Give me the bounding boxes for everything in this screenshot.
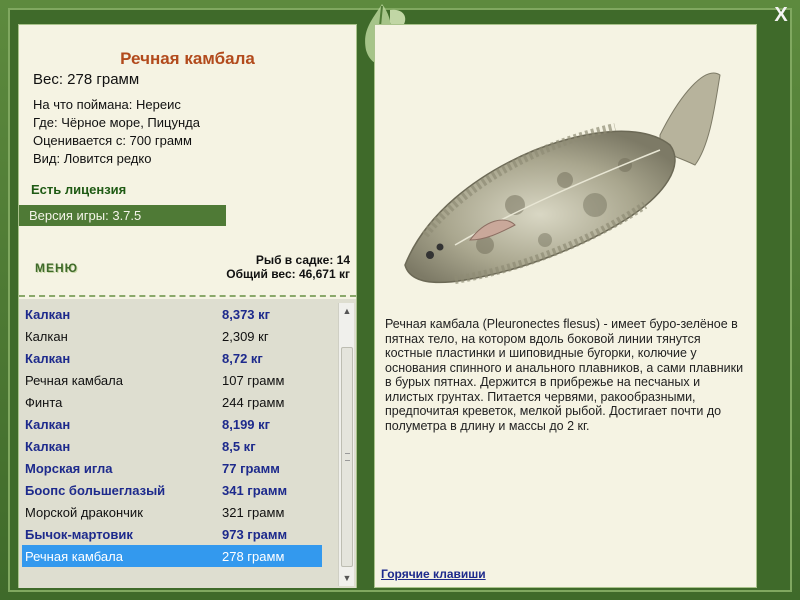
list-item[interactable]: Калкан 8,373 кг [22, 303, 322, 325]
list-item-name: Калкан [25, 438, 71, 454]
list-item[interactable]: Речная камбала 278 грамм [22, 545, 322, 567]
list-item-name: Боопс большеглазый [25, 482, 166, 498]
fish-image [404, 72, 721, 284]
list-item-weight: 278 грамм [222, 548, 285, 564]
list-item-weight: 973 грамм [222, 526, 288, 542]
list-item[interactable]: Финта 244 грамм [22, 391, 322, 413]
list-item-weight: 107 грамм [222, 372, 285, 388]
list-item-weight: 341 грамм [222, 482, 288, 498]
catch-list[interactable]: Калкан 8,373 кг Калкан 2,309 кг Калкан 8,72 к… [22, 303, 322, 567]
list-item[interactable]: Морская игла 77 грамм [22, 457, 322, 479]
fish-kind: Вид: Ловится редко [33, 151, 152, 166]
list-item-weight: 321 грамм [222, 504, 285, 520]
fish-info-panel: Речная камбала Вес: 278 грамм На что пой… [18, 24, 357, 588]
scroll-up-icon[interactable]: ▲ [339, 303, 355, 319]
close-button[interactable]: X [770, 4, 792, 26]
list-item-name: Морская игла [25, 460, 113, 476]
keep-stats: Рыб в садке: 14 Общий вес: 46,671 кг [226, 253, 350, 281]
list-item-name: Бычок-мартовик [25, 526, 133, 542]
caught-on: На что поймана: Нереис [33, 97, 181, 112]
list-item-weight: 8,199 кг [222, 416, 271, 432]
close-icon: X [774, 4, 788, 26]
hotkeys-link[interactable]: Горячие клавиши [381, 567, 486, 581]
list-item[interactable]: Морской дракончик 321 грамм [22, 501, 322, 523]
list-item-weight: 2,309 кг [222, 328, 269, 344]
license-status: Есть лицензия [31, 182, 127, 197]
catch-location: Где: Чёрное море, Пицунда [33, 115, 200, 130]
game-version: Версия игры: 3.7.5 [19, 205, 226, 226]
list-item[interactable]: Бычок-мартовик 973 грамм [22, 523, 322, 545]
valued-from: Оценивается с: 700 грамм [33, 133, 192, 148]
list-item-weight: 244 грамм [222, 394, 285, 410]
menu-button[interactable]: МЕНЮ [35, 261, 78, 275]
list-item[interactable]: Калкан 8,5 кг [22, 435, 322, 457]
list-item-name: Калкан [25, 328, 68, 344]
list-item-name: Морской дракончик [25, 504, 143, 520]
list-item-name: Речная камбала [25, 372, 123, 388]
list-item[interactable]: Калкан 2,309 кг [22, 325, 322, 347]
fish-details: На что поймана: Нереис Где: Чёрное море,… [33, 96, 200, 168]
list-item[interactable]: Речная камбала 107 грамм [22, 369, 322, 391]
divider [19, 295, 356, 297]
fish-description: Речная камбала (Pleuronectes flesus) - и… [385, 317, 744, 433]
list-item-name: Калкан [25, 350, 71, 366]
list-item-name: Речная камбала [25, 548, 123, 564]
thumb-grip [345, 453, 350, 461]
list-item-weight: 77 грамм [222, 460, 280, 476]
fish-title: Речная камбала [120, 49, 255, 68]
fish-image-panel: Речная камбала (Pleuronectes flesus) - и… [374, 24, 757, 588]
list-item-weight: 8,5 кг [222, 438, 256, 454]
scroll-down-icon[interactable]: ▼ [339, 570, 355, 586]
scroll-thumb[interactable] [341, 347, 353, 567]
list-item[interactable]: Боопс большеглазый 341 грамм [22, 479, 322, 501]
list-item-name: Калкан [25, 306, 71, 322]
list-item-weight: 8,72 кг [222, 350, 263, 366]
list-item[interactable]: Калкан 8,72 кг [22, 347, 322, 369]
list-item[interactable]: Калкан 8,199 кг [22, 413, 322, 435]
catch-list-scrollbar[interactable]: ▲ ▼ [338, 303, 354, 586]
keep-total-weight: Общий вес: 46,671 кг [226, 267, 350, 281]
catch-list-area: Калкан 8,373 кг Калкан 2,309 кг Калкан 8,72 к… [19, 299, 356, 588]
list-item-weight: 8,373 кг [222, 306, 271, 322]
keep-fish-count: Рыб в садке: 14 [255, 253, 350, 267]
list-item-name: Калкан [25, 416, 71, 432]
list-item-name: Финта [25, 394, 63, 410]
fish-weight: Вес: 278 грамм [33, 71, 140, 88]
